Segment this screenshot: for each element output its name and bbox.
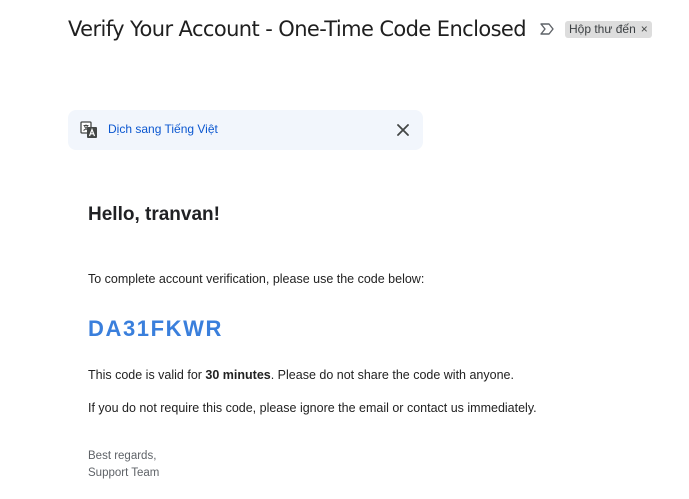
inbox-label-chip[interactable]: Hộp thư đến × [565, 20, 652, 38]
signoff: Best regards, [88, 450, 157, 462]
translate-link[interactable]: Dịch sang Tiếng Việt [108, 122, 218, 136]
validity-duration: 30 minutes [205, 368, 271, 382]
subject-header: Verify Your Account - One-Time Code Encl… [68, 12, 683, 46]
ignore-notice: If you do not require this code, please … [88, 401, 537, 415]
intro-text: To complete account verification, please… [88, 272, 425, 286]
inbox-label-text: Hộp thư đến [569, 22, 636, 36]
translate-icon [80, 121, 97, 138]
validity-prefix: This code is valid for [88, 368, 206, 382]
greeting: Hello, tranvan! [88, 204, 220, 225]
verification-code: DA31FKWR [88, 316, 224, 341]
validity-notice: This code is valid for 30 minutes. Pleas… [88, 368, 514, 382]
signature: Support Team [88, 467, 160, 479]
translate-bar: Dịch sang Tiếng Việt [68, 110, 423, 150]
email-subject: Verify Your Account - One-Time Code Encl… [68, 17, 527, 41]
close-icon[interactable] [396, 123, 410, 137]
validity-suffix: . Please do not share the code with anyo… [270, 368, 514, 382]
remove-label-icon[interactable]: × [641, 23, 648, 35]
importance-marker-icon[interactable] [539, 22, 555, 36]
